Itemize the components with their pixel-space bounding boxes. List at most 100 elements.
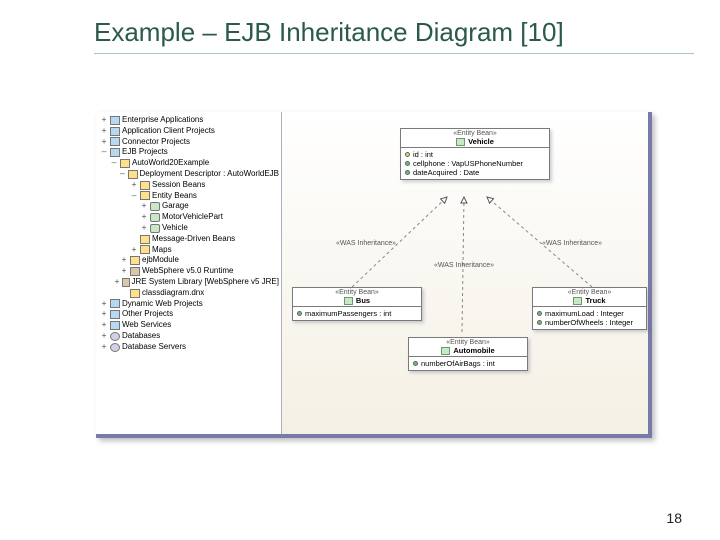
- tree-item[interactable]: + Dynamic Web Projects: [98, 299, 279, 310]
- folder-icon: [140, 181, 150, 190]
- expand-toggle-icon[interactable]: +: [120, 266, 128, 277]
- project-explorer: +Enterprise Applications+Application Cli…: [96, 112, 282, 434]
- tree-item-label: MotorVehiclePart: [162, 212, 223, 223]
- tree-item[interactable]: + Application Client Projects: [98, 126, 279, 137]
- expand-toggle-icon[interactable]: +: [140, 201, 148, 212]
- uml-class-automobile[interactable]: «Entity Bean» Automobile numberOfAirBags…: [408, 337, 528, 371]
- tree-item-label: Message-Driven Beans: [152, 234, 235, 245]
- tree-item[interactable]: – Entity Beans: [98, 191, 279, 202]
- expand-toggle-icon[interactable]: –: [110, 158, 118, 169]
- tree-item[interactable]: – EJB Projects: [98, 147, 279, 158]
- tree-item-label: Application Client Projects: [122, 126, 215, 137]
- visibility-icon: [297, 311, 302, 316]
- attribute-text: maximumPassengers : int: [305, 309, 391, 318]
- tree-item[interactable]: Message-Driven Beans: [98, 234, 279, 245]
- expand-toggle-icon[interactable]: +: [100, 299, 108, 310]
- attrs-bus: maximumPassengers : int: [293, 307, 421, 320]
- tree-item[interactable]: + Session Beans: [98, 180, 279, 191]
- tree-item[interactable]: +Web Services: [98, 320, 279, 331]
- expand-toggle-icon[interactable]: +: [120, 255, 128, 266]
- tree-item[interactable]: +Enterprise Applications: [98, 115, 279, 126]
- expand-toggle-icon[interactable]: +: [100, 331, 108, 342]
- expand-toggle-icon[interactable]: +: [140, 223, 148, 234]
- attribute-text: numberOfWheels : Integer: [545, 318, 633, 327]
- folder-icon: [130, 256, 140, 265]
- tree-item[interactable]: + Databases: [98, 331, 279, 342]
- tree-item[interactable]: + Connector Projects: [98, 137, 279, 148]
- expand-toggle-icon[interactable]: +: [100, 320, 108, 331]
- attribute-text: dateAcquired : Date: [413, 168, 479, 177]
- expand-toggle-icon[interactable]: +: [100, 309, 108, 320]
- uml-class-bus[interactable]: «Entity Bean» Bus maximumPassengers : in…: [292, 287, 422, 321]
- expand-toggle-icon[interactable]: –: [100, 147, 108, 158]
- bean-icon: [150, 202, 160, 211]
- visibility-icon: [537, 320, 542, 325]
- class-name: Bus: [356, 296, 370, 305]
- expand-toggle-icon[interactable]: +: [100, 115, 108, 126]
- tree-item[interactable]: +Garage: [98, 201, 279, 212]
- slide-title: Example – EJB Inheritance Diagram [10]: [94, 0, 694, 54]
- tree-item[interactable]: + Database Servers: [98, 342, 279, 353]
- db-icon: [110, 343, 120, 352]
- class-name: Automobile: [453, 346, 494, 355]
- attribute-text: cellphone : VapUSPhoneNumber: [413, 159, 523, 168]
- entity-bean-icon: [344, 297, 353, 305]
- tree-item[interactable]: classdiagram.dnx: [98, 288, 279, 299]
- expand-toggle-icon[interactable]: +: [100, 137, 108, 148]
- tree-item-label: Session Beans: [152, 180, 205, 191]
- tree-item-label: Database Servers: [122, 342, 186, 353]
- inheritance-label: «WAS Inheritance»: [540, 240, 604, 247]
- tree-item-label: Connector Projects: [122, 137, 190, 148]
- tree-item-label: Entity Beans: [152, 191, 197, 202]
- tree-item[interactable]: –AutoWorld20Example: [98, 158, 279, 169]
- proj-icon: [110, 148, 120, 157]
- tree-item[interactable]: + Vehicle: [98, 223, 279, 234]
- tree-item[interactable]: + WebSphere v5.0 Runtime: [98, 266, 279, 277]
- inheritance-label: «WAS Inheritance»: [432, 262, 496, 269]
- folder-icon: [120, 159, 130, 168]
- tree-item-label: Databases: [122, 331, 160, 342]
- proj-icon: [110, 310, 120, 319]
- expand-toggle-icon[interactable]: +: [100, 126, 108, 137]
- uml-attribute: dateAcquired : Date: [405, 168, 545, 177]
- tree-item-label: WebSphere v5.0 Runtime: [142, 266, 233, 277]
- expand-toggle-icon[interactable]: +: [130, 245, 138, 256]
- diagram-canvas: «Entity Bean» Vehicle id : intcellphone …: [282, 112, 648, 434]
- tree-item[interactable]: –Deployment Descriptor : AutoWorldEJB: [98, 169, 279, 180]
- bean-icon: [150, 213, 160, 222]
- tree-item[interactable]: + MotorVehiclePart: [98, 212, 279, 223]
- entity-bean-icon: [456, 138, 465, 146]
- proj-icon: [110, 137, 120, 146]
- expand-toggle-icon[interactable]: +: [100, 342, 108, 353]
- uml-class-truck[interactable]: «Entity Bean» Truck maximumLoad : Intege…: [532, 287, 647, 330]
- uml-class-vehicle[interactable]: «Entity Bean» Vehicle id : intcellphone …: [400, 128, 550, 180]
- visibility-icon: [405, 170, 410, 175]
- figure-inner: +Enterprise Applications+Application Cli…: [96, 112, 648, 434]
- visibility-icon: [413, 361, 418, 366]
- tree-item[interactable]: +ejbModule: [98, 255, 279, 266]
- tree-item-label: JRE System Library [WebSphere v5 JRE]: [132, 277, 279, 288]
- expand-toggle-icon[interactable]: +: [114, 277, 120, 288]
- uml-attribute: numberOfAirBags : int: [413, 359, 523, 368]
- tree-item-label: EJB Projects: [122, 147, 168, 158]
- expand-toggle-icon[interactable]: +: [130, 180, 138, 191]
- folder-icon: [140, 191, 150, 200]
- attribute-text: maximumLoad : Integer: [545, 309, 624, 318]
- expand-toggle-icon[interactable]: –: [130, 191, 138, 202]
- tree-item-label: Vehicle: [162, 223, 188, 234]
- stereotype-label: «Entity Bean»: [415, 339, 521, 346]
- uml-attribute: numberOfWheels : Integer: [537, 318, 642, 327]
- class-name: Vehicle: [468, 137, 494, 146]
- tree-item[interactable]: +Other Projects: [98, 309, 279, 320]
- tree-item-label: Dynamic Web Projects: [122, 299, 203, 310]
- tree-item[interactable]: + JRE System Library [WebSphere v5 JRE]: [98, 277, 279, 288]
- tree-item-label: Maps: [152, 245, 172, 256]
- stereotype-label: «Entity Bean»: [539, 289, 640, 296]
- expand-toggle-icon[interactable]: +: [140, 212, 148, 223]
- attribute-text: id : int: [413, 150, 433, 159]
- tree-item[interactable]: + Maps: [98, 245, 279, 256]
- page-number: 18: [666, 510, 682, 526]
- proj-icon: [110, 321, 120, 330]
- tree-item-label: classdiagram.dnx: [142, 288, 204, 299]
- expand-toggle-icon[interactable]: –: [119, 169, 126, 180]
